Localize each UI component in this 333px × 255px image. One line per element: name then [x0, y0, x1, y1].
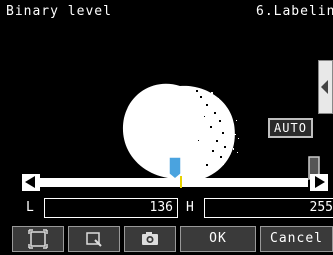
side-panel-tab[interactable]: [318, 60, 333, 114]
arrow-right-icon: [315, 176, 325, 188]
fit-frame-icon: [28, 229, 48, 249]
threshold-slider[interactable]: [40, 178, 308, 187]
arrow-left-icon: [25, 176, 35, 188]
binary-preview-image: [0, 0, 333, 200]
high-label: H: [186, 200, 194, 215]
increase-button[interactable]: [310, 174, 328, 191]
auto-button[interactable]: AUTO: [268, 118, 313, 138]
decrease-button[interactable]: [22, 174, 40, 191]
chevron-left-icon: [321, 80, 328, 94]
capture-button[interactable]: [124, 226, 176, 252]
ok-button[interactable]: OK: [180, 226, 256, 252]
high-value-field[interactable]: 255: [204, 198, 333, 218]
fit-button[interactable]: [12, 226, 64, 252]
threshold-marker: [180, 176, 182, 188]
camera-icon: [142, 232, 158, 245]
zoom-icon: [86, 232, 102, 247]
cancel-button[interactable]: Cancel: [260, 226, 333, 252]
step-label: 6.Labeling: [256, 4, 333, 19]
low-value-field[interactable]: 136: [44, 198, 178, 218]
zoom-button[interactable]: [68, 226, 120, 252]
screen-title: Binary level: [6, 4, 112, 19]
low-label: L: [26, 200, 34, 215]
